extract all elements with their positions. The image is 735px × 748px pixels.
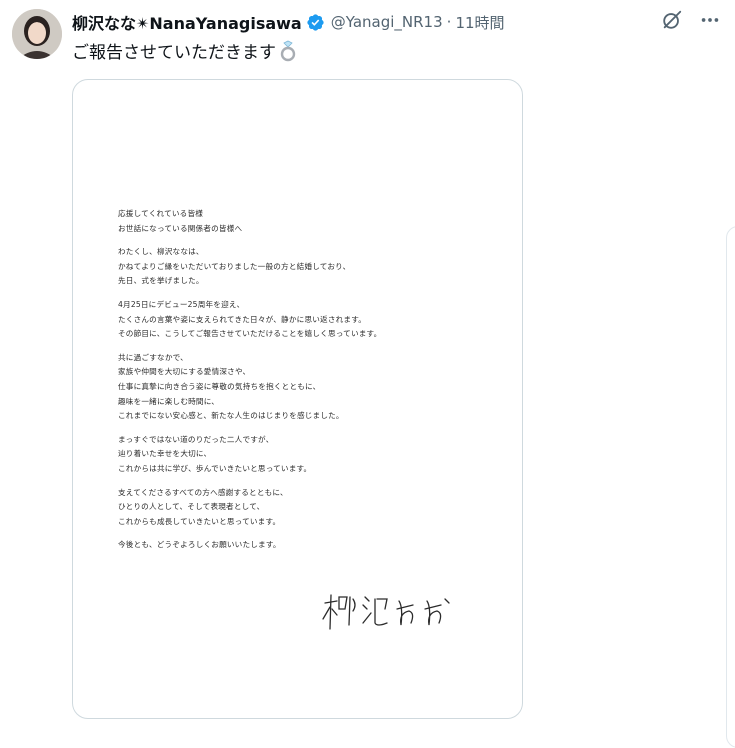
handle[interactable]: @Yanagi_NR13 <box>331 13 443 31</box>
letter-line: 応援してくれている皆様 <box>118 209 204 218</box>
letter-image[interactable]: 応援してくれている皆様お世話になっている関係者の皆様へ わたくし、柳沢ななは、かね… <box>72 79 523 719</box>
tweet-text: ご報告させていただきます <box>72 38 298 63</box>
letter-line: 家族や仲間を大切にする愛情深さや、 <box>118 367 251 377</box>
letter-line: 共に過ごすなかで、 <box>118 352 188 362</box>
letter-line: 辿り着いた幸せを大切に、 <box>118 449 212 459</box>
avatar[interactable] <box>12 9 62 59</box>
letter-line: 仕事に真摯に向き合う姿に尊敬の気持ちを抱くとともに、 <box>118 381 321 391</box>
tweet-header: 柳沢なな✴NanaYanagisawa @Yanagi_NR13 · 11時間 <box>72 10 655 34</box>
letter-line: まっすぐではない道のりだった二人ですが、 <box>118 434 274 444</box>
letter-paragraph: わたくし、柳沢ななは、かねてよりご縁をいただいておりました一般の方と結婚しており… <box>118 245 498 289</box>
avatar-photo <box>12 9 62 59</box>
letter-line: 今後とも、どうぞよろしくお願いいたします。 <box>118 540 281 550</box>
letter-line: 4月25日にデビュー25周年を迎え、 <box>118 299 245 309</box>
letter-paragraph: まっすぐではない道のりだった二人ですが、 辿り着いた幸せを大切に、これからは共に学… <box>118 433 498 477</box>
letter-line: 支えてくださるすべての方へ感謝するとともに、 <box>118 487 288 497</box>
tweet-body: ご報告させていただきます <box>72 43 276 63</box>
letter-paragraph: 応援してくれている皆様お世話になっている関係者の皆様へ <box>118 207 498 236</box>
tweet-actions-top <box>661 9 721 31</box>
letter-line: これからも成長していきたいと思っています。 <box>118 516 281 526</box>
timestamp[interactable]: 11時間 <box>455 12 504 33</box>
letter-line: たくさんの言葉や姿に支えられてきた日々が、静かに思い返されます。 <box>118 314 367 324</box>
letter-text: 応援してくれている皆様お世話になっている関係者の皆様へ わたくし、柳沢ななは、かね… <box>118 207 498 562</box>
letter-line: かねてよりご縁をいただいておりました一般の方と結婚しており、 <box>118 261 351 271</box>
grok-icon[interactable] <box>661 9 683 31</box>
letter-line: 趣味を一緒に楽しむ時間に、 <box>118 396 220 406</box>
separator-dot: · <box>446 13 452 31</box>
letter-line: ひとりの人として、そして表現者として、 <box>118 502 265 512</box>
letter-line: わたくし、柳沢ななは、 <box>118 247 204 257</box>
display-name[interactable]: 柳沢なな✴NanaYanagisawa <box>72 10 302 34</box>
handwritten-signature <box>322 594 450 630</box>
letter-paragraph: 4月25日にデビュー25周年を迎え、たくさんの言葉や姿に支えられてきた日々が、静… <box>118 298 498 342</box>
verified-badge-icon <box>306 13 325 32</box>
more-icon[interactable] <box>699 9 721 31</box>
letter-line: これからは共に学び、歩んでいきたいと思っています。 <box>118 463 312 473</box>
letter-line: 先日、式を挙げました。 <box>118 276 204 286</box>
letter-line: お世話になっている関係者の皆様へ <box>118 223 243 233</box>
side-panel-edge <box>726 226 735 748</box>
ring-emoji <box>278 40 298 62</box>
letter-line: これまでにない安心感と、新たな人生のはじまりを感じました。 <box>118 411 344 421</box>
letter-paragraph: 支えてくださるすべての方へ感謝するとともに、 ひとりの人として、そして表現者として… <box>118 486 498 530</box>
letter-line: その節目に、こうしてご報告させていただけることを嬉しく思っています。 <box>118 329 382 339</box>
letter-paragraph: 今後とも、どうぞよろしくお願いいたします。 <box>118 538 498 553</box>
letter-paragraph: 共に過ごすなかで、家族や仲間を大切にする愛情深さや、仕事に真摯に向き合う姿に尊敬… <box>118 351 498 424</box>
